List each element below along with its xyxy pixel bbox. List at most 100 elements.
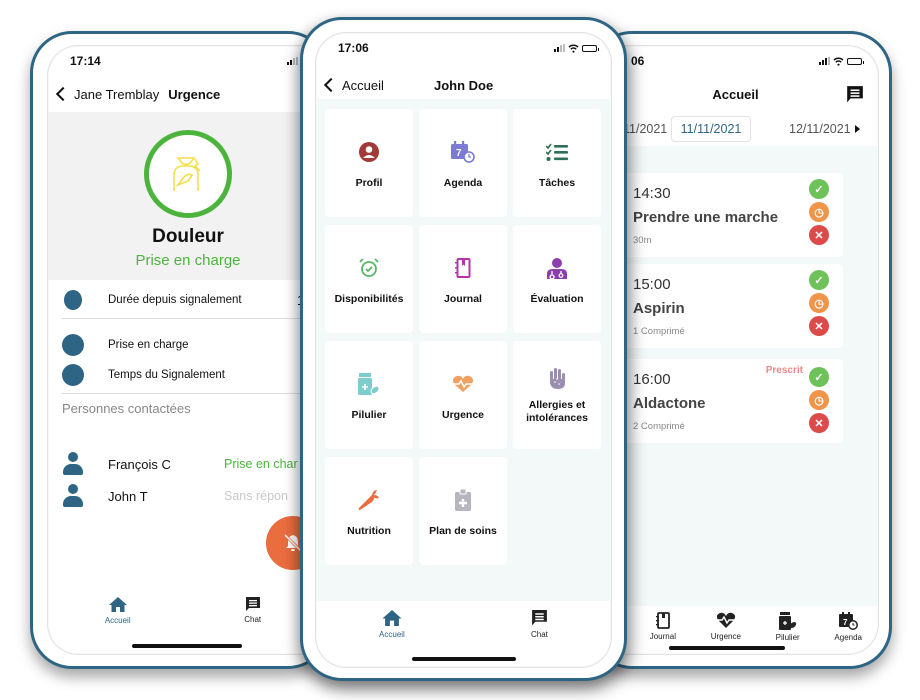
schedule-card[interactable]: 14:30 Prendre une marche 30m ✓ ◷ ✕ [601, 173, 843, 257]
allergy-hand-icon [550, 368, 565, 389]
detail-label: Durée depuis signalement [108, 294, 242, 306]
tile-nutrition[interactable]: Nutrition [325, 457, 413, 565]
tab-journal[interactable]: Journal [650, 612, 676, 641]
snooze-button[interactable]: ◷ [809, 202, 829, 222]
tab-label: Urgence [710, 632, 741, 641]
signal-icon [287, 57, 298, 65]
schedule-list: 14:30 Prendre une marche 30m ✓ ◷ ✕ 15:00… [593, 146, 878, 606]
contact-row[interactable]: John T Sans répon [62, 484, 328, 508]
clock-icon [62, 334, 84, 356]
snooze-button[interactable]: ◷ [809, 293, 829, 313]
contact-status: Prise en char [224, 457, 298, 471]
tile-pillbox[interactable]: Pilulier [325, 341, 413, 449]
chat-icon [532, 610, 547, 626]
pain-icon [173, 157, 201, 191]
dismiss-button[interactable]: ✕ [809, 413, 829, 433]
tile-allergies[interactable]: Allergies et intolérances [513, 341, 601, 449]
date-prev[interactable]: 11/2021 [623, 122, 667, 136]
status-bar: 17:06 [316, 33, 611, 63]
next-arrow-icon[interactable] [855, 125, 860, 133]
status-time: 17:14 [70, 54, 101, 68]
confirm-button[interactable]: ✓ [809, 179, 829, 199]
alert-title: Douleur [152, 226, 224, 247]
detail-row-duration: Durée depuis signalement 1m 4 [62, 290, 328, 310]
tab-label: Accueil [104, 616, 131, 625]
phone-emergency-detail: 17:14 Jane Tremblay Urgence Douleur Pris… [30, 31, 330, 669]
tab-chat[interactable]: Chat [531, 609, 548, 639]
tile-label: Journal [444, 293, 482, 305]
tile-label: Évaluation [530, 293, 584, 305]
screen: 17:14 Jane Tremblay Urgence Douleur Pris… [48, 46, 328, 654]
tab-label: Chat [530, 630, 548, 639]
snooze-button[interactable]: ◷ [809, 390, 829, 410]
tile-agenda[interactable]: 7 Agenda [419, 109, 507, 217]
event-time: 15:00 [633, 276, 671, 293]
date-current[interactable]: 11/11/2021 [671, 116, 751, 142]
back-chevron-icon[interactable] [323, 77, 339, 93]
tile-care-plan[interactable]: Plan de soins [419, 457, 507, 565]
tab-chat[interactable]: Chat [244, 596, 261, 624]
doctor-icon [547, 257, 567, 279]
event-name: Aldactone [633, 395, 706, 412]
detail-row-reported: Temps du Signalement 17: [62, 364, 328, 386]
care-plan-icon [455, 489, 471, 511]
tab-pillbox[interactable]: Pilulier [776, 612, 800, 642]
screen: 06 Accueil 11/2021 11/11/2021 12/11/2021 [593, 46, 878, 654]
confirm-button[interactable]: ✓ [809, 270, 829, 290]
tab-emergency[interactable]: Urgence [711, 612, 741, 641]
wifi-icon [568, 44, 579, 53]
back-chevron-icon[interactable] [55, 86, 71, 102]
carrot-icon [358, 490, 379, 510]
signal-icon [819, 57, 830, 65]
battery-icon [847, 57, 864, 65]
contact-status: Sans répon [224, 489, 288, 503]
tab-home[interactable]: Accueil [379, 609, 405, 639]
home-icon [108, 597, 127, 612]
heartbeat-icon [715, 612, 736, 628]
app-showcase: 17:14 Jane Tremblay Urgence Douleur Pris… [0, 0, 920, 700]
tab-agenda[interactable]: 7 Agenda [834, 612, 862, 642]
tile-label: Allergies et intolérances [526, 399, 588, 424]
contact-name: François C [108, 456, 171, 472]
page-title: Urgence [168, 86, 221, 102]
nav-bar: Jane Tremblay Urgence [48, 76, 328, 112]
tile-label: Pilulier [351, 409, 387, 421]
chat-icon[interactable] [846, 85, 864, 104]
alert-status: Prise en charge [135, 252, 241, 269]
svg-text:7: 7 [843, 618, 848, 627]
detail-label: Temps du Signalement [108, 369, 225, 381]
event-detail: 30m [633, 235, 652, 246]
tile-emergency[interactable]: Urgence [419, 341, 507, 449]
event-time: 16:00 [633, 371, 671, 388]
clock-icon [62, 364, 84, 386]
schedule-card[interactable]: 15:00 Aspirin 1 Comprimé ✓ ◷ ✕ [599, 264, 843, 348]
page-title: John Doe [434, 77, 494, 93]
dismiss-button[interactable]: ✕ [809, 225, 829, 245]
event-detail: 1 Comprimé [633, 326, 685, 337]
tile-evaluation[interactable]: Évaluation [513, 225, 601, 333]
tile-profile[interactable]: Profil [325, 109, 413, 217]
back-button[interactable]: Jane Tremblay [74, 87, 159, 102]
tab-label: Journal [649, 632, 676, 641]
back-button[interactable]: Accueil [342, 78, 384, 93]
event-detail: 2 Comprimé [633, 421, 685, 432]
tile-label: Profil [355, 177, 383, 189]
pills-icon [358, 373, 380, 395]
tab-bar: Accueil Chat [316, 609, 611, 639]
stopwatch-icon [64, 290, 82, 310]
status-bar: 17:14 [48, 46, 328, 76]
divider [62, 318, 328, 319]
contact-row[interactable]: François C Prise en char [62, 452, 328, 476]
confirm-button[interactable]: ✓ [809, 367, 829, 387]
tile-availability[interactable]: Disponibilités [325, 225, 413, 333]
schedule-card[interactable]: Prescrit 16:00 Aldactone 2 Comprimé ✓ ◷ … [599, 359, 843, 443]
tab-label: Accueil [379, 630, 405, 639]
tile-journal[interactable]: Journal [419, 225, 507, 333]
date-selector: 11/2021 11/11/2021 12/11/2021 [593, 112, 878, 146]
journal-icon [655, 612, 670, 629]
status-time: 06 [631, 54, 645, 68]
tab-home[interactable]: Accueil [105, 596, 131, 625]
date-next[interactable]: 12/11/2021 [789, 122, 851, 136]
dismiss-button[interactable]: ✕ [809, 316, 829, 336]
tile-tasks[interactable]: Tâches [513, 109, 601, 217]
